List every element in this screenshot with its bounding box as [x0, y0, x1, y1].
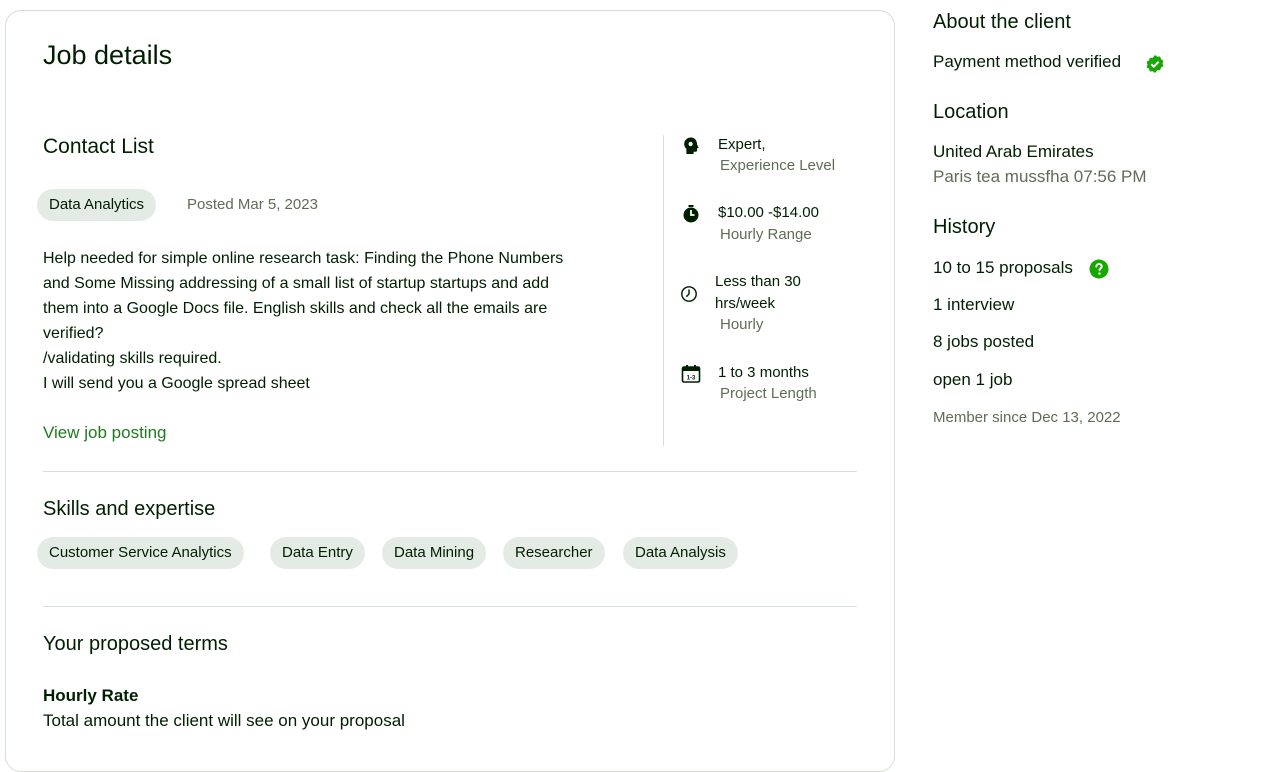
project-length-value: 1 to 3 months [718, 364, 809, 381]
view-job-posting-link[interactable]: View job posting [43, 423, 167, 443]
project-length-label: Project Length [720, 385, 817, 402]
section-divider [43, 471, 857, 472]
member-since: Member since Dec 13, 2022 [933, 409, 1121, 426]
stopwatch-icon [683, 205, 699, 223]
description-line: them into a Google Docs file. English sk… [43, 300, 548, 317]
description-line: /validating skills required. [43, 350, 222, 367]
client-city-time: Paris tea mussfha 07:56 PM [933, 167, 1147, 186]
page-title: Job details [43, 40, 173, 70]
skill-chip[interactable]: Researcher [503, 537, 605, 569]
description-line: and Some Missing addressing of a small l… [43, 275, 550, 292]
skill-chip[interactable]: Data Analysis [623, 537, 738, 569]
category-badge[interactable]: Data Analytics [37, 189, 157, 221]
help-icon[interactable] [1089, 259, 1109, 279]
skills-title: Skills and expertise [43, 498, 216, 520]
skill-chip[interactable]: Data Mining [382, 537, 487, 569]
history-title: History [933, 216, 996, 238]
section-divider [43, 606, 857, 607]
expert-head-icon [684, 137, 699, 154]
details-divider [663, 135, 664, 446]
hours-value-line1: Less than 30 [715, 273, 801, 290]
client-country: United Arab Emirates [933, 142, 1094, 161]
experience-label: Experience Level [720, 157, 836, 174]
open-jobs-count: open 1 job [933, 370, 1013, 389]
hourly-range-label: Hourly Range [720, 226, 812, 243]
description-line: I will send you a Google spread sheet [43, 375, 310, 392]
interviews-count: 1 interview [933, 295, 1015, 314]
hours-value-line2: hrs/week [715, 295, 776, 312]
skill-chip[interactable]: Customer Service Analytics [37, 537, 244, 569]
jobs-posted-count: 8 jobs posted [933, 332, 1035, 351]
posted-date: Posted Mar 5, 2023 [187, 196, 318, 213]
verified-badge-icon [1146, 55, 1164, 73]
proposals-count: 10 to 15 proposals [933, 258, 1073, 277]
location-title: Location [933, 101, 1009, 123]
hourly-rate-label: Hourly Rate [43, 686, 139, 705]
job-description: Help needed for simple online research t… [43, 246, 563, 396]
hours-label: Hourly [720, 316, 764, 333]
skill-chip[interactable]: Data Entry [270, 537, 365, 569]
payment-verified-text: Payment method verified [933, 52, 1122, 71]
svg-text:1-3: 1-3 [687, 376, 696, 382]
about-client-title: About the client [933, 11, 1071, 33]
hourly-rate-description: Total amount the client will see on your… [43, 711, 405, 730]
hourly-range-value: $10.00 -$14.00 [718, 204, 819, 221]
job-name: Contact List [43, 135, 154, 158]
experience-value: Expert, [718, 136, 766, 153]
proposed-terms-title: Your proposed terms [43, 633, 228, 655]
clock-icon [681, 286, 697, 302]
calendar-icon: 1-3 [681, 365, 701, 383]
description-line: verified? [43, 325, 104, 342]
description-line: Help needed for simple online research t… [43, 250, 564, 267]
